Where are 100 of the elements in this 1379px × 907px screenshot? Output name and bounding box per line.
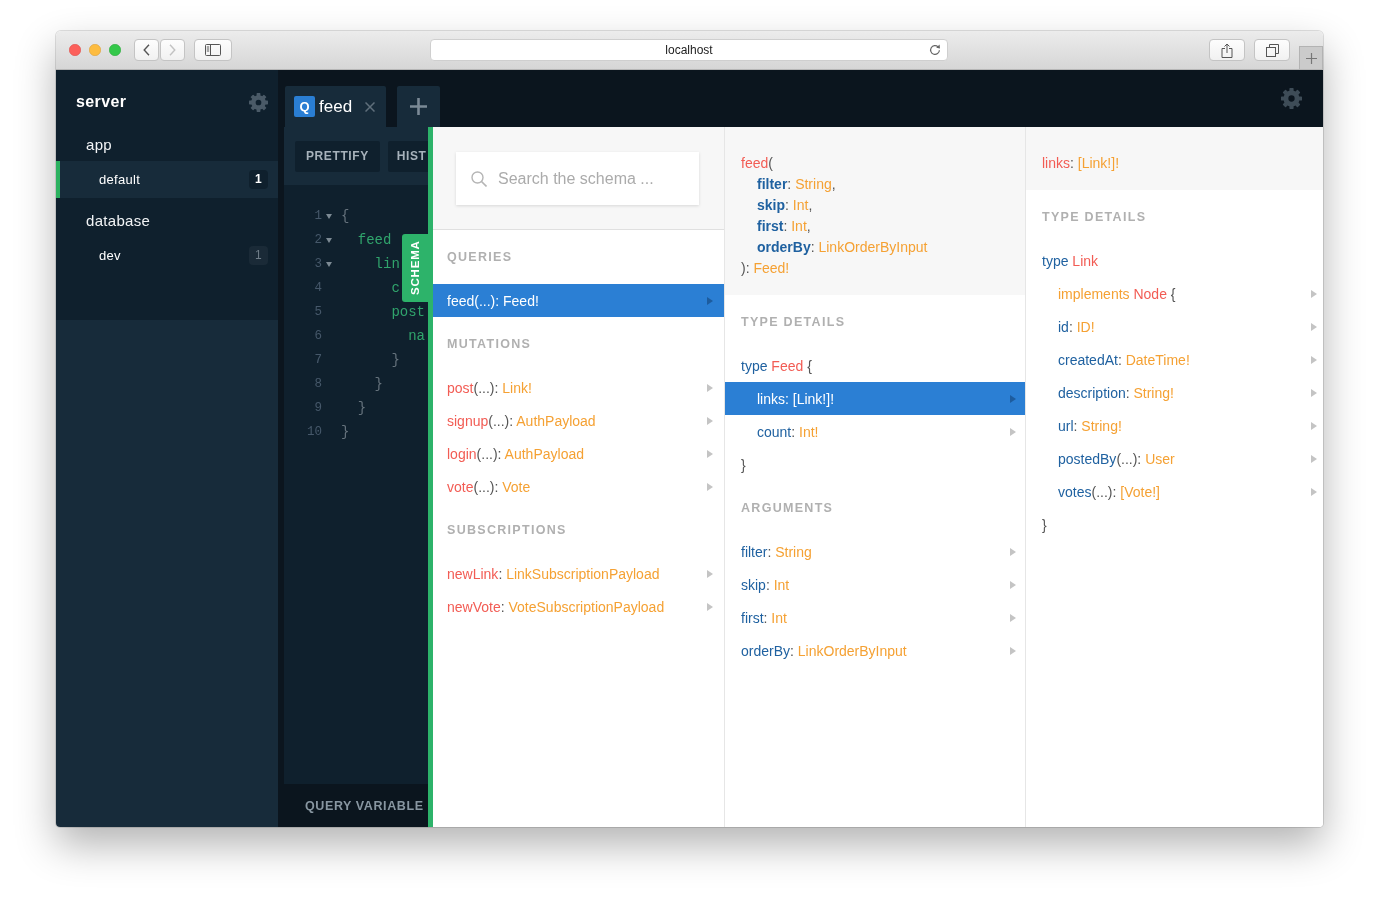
field-item[interactable]: feed(...): Feed! xyxy=(433,284,724,317)
section-title: TYPE DETAILS xyxy=(740,314,847,331)
count-badge: 1 xyxy=(249,246,268,265)
sidebar-item[interactable]: dev 1 xyxy=(56,237,278,274)
query-variables-bar[interactable]: QUERY VARIABLE xyxy=(284,784,428,827)
settings-icon[interactable] xyxy=(249,92,268,112)
line-number: 8 xyxy=(313,377,322,391)
code-text: na xyxy=(408,327,425,345)
plus-icon xyxy=(1305,52,1317,64)
line-number: 5 xyxy=(313,305,322,319)
chevron-right-icon xyxy=(169,44,176,56)
code-text: } xyxy=(357,399,367,417)
field-item[interactable]: vote(...): Vote xyxy=(433,470,724,503)
signature-line: orderBy: LinkOrderByInput xyxy=(757,238,928,257)
section-title: TYPE DETAILS xyxy=(1041,209,1148,226)
search-field[interactable]: Search the schema ... xyxy=(456,152,699,205)
toolbar-button[interactable]: PRETTIFY xyxy=(295,140,380,172)
line-number: 3 xyxy=(313,257,322,271)
field-item[interactable]: newLink: LinkSubscriptionPayload xyxy=(433,557,724,590)
field-item[interactable]: count: Int! xyxy=(725,415,1025,448)
caret-right-icon xyxy=(1311,421,1317,430)
tabs-overview-button[interactable] xyxy=(1254,39,1290,61)
caret-right-icon xyxy=(1311,355,1317,364)
field-item[interactable]: links: [Link!]! xyxy=(725,382,1025,415)
caret-right-icon xyxy=(1010,427,1016,436)
code-text: } xyxy=(391,351,400,369)
share-button[interactable] xyxy=(1209,39,1245,61)
project-label: database xyxy=(85,211,152,231)
signature-line: skip: Int, xyxy=(757,196,813,215)
caret-right-icon xyxy=(707,296,713,305)
signature-line: ): Feed! xyxy=(741,259,790,278)
caret-right-icon xyxy=(1311,388,1317,397)
code-text: lin xyxy=(374,255,400,273)
field-item[interactable]: newVote: VoteSubscriptionPayload xyxy=(433,590,724,623)
back-button[interactable] xyxy=(134,39,159,61)
chevron-left-icon xyxy=(143,44,150,56)
close-window-icon[interactable] xyxy=(69,44,81,56)
type-declaration: type Feed { xyxy=(741,357,812,374)
caret-right-icon xyxy=(1311,487,1317,496)
line-number: 7 xyxy=(313,353,322,367)
field-item[interactable]: implements Node { xyxy=(1026,277,1323,310)
caret-right-icon xyxy=(1010,547,1016,556)
code-text: { xyxy=(341,207,350,225)
caret-right-icon xyxy=(1010,613,1016,622)
field-item[interactable]: signup(...): AuthPayload xyxy=(433,404,724,437)
section-title: MUTATIONS xyxy=(446,336,533,353)
zoom-window-icon[interactable] xyxy=(109,44,121,56)
field-item[interactable]: filter: String xyxy=(725,535,1025,568)
caret-down-icon[interactable] xyxy=(326,213,332,219)
code-text: feed xyxy=(357,231,392,249)
field-item[interactable]: orderBy: LinkOrderByInput xyxy=(725,634,1025,667)
section-title: SUBSCRIPTIONS xyxy=(446,522,568,539)
field-item[interactable]: url: String! xyxy=(1026,409,1323,442)
field-item[interactable]: post(...): Link! xyxy=(433,371,724,404)
add-tab-button[interactable] xyxy=(397,86,440,127)
reload-icon[interactable] xyxy=(929,44,941,56)
field-item[interactable]: login(...): AuthPayload xyxy=(433,437,724,470)
closing-brace: } xyxy=(1042,516,1047,533)
type-declaration: type Link xyxy=(1042,252,1099,269)
line-number: 4 xyxy=(313,281,322,295)
line-number: 6 xyxy=(313,329,322,343)
toolbar-button[interactable]: HIST xyxy=(387,140,428,172)
caret-right-icon xyxy=(1311,454,1317,463)
code-text: } xyxy=(374,375,383,393)
count-badge: 1 xyxy=(249,170,268,189)
address-field[interactable]: localhost xyxy=(430,39,948,61)
query-badge: Q xyxy=(294,96,315,117)
field-item[interactable]: id: ID! xyxy=(1026,310,1323,343)
field-item[interactable]: first: Int xyxy=(725,601,1025,634)
field-item[interactable]: skip: Int xyxy=(725,568,1025,601)
field-item[interactable]: votes(...): [Vote!] xyxy=(1026,475,1323,508)
close-icon[interactable] xyxy=(365,101,375,112)
signature-line: first: Int, xyxy=(757,217,811,236)
signature-line: links: [Link!]! xyxy=(1042,154,1120,173)
field-item[interactable]: postedBy(...): User xyxy=(1026,442,1323,475)
settings-icon[interactable] xyxy=(1281,88,1302,109)
sidebar-toggle-button[interactable] xyxy=(194,39,232,61)
sidebar-icon xyxy=(205,44,221,56)
field-item[interactable]: createdAt: DateTime! xyxy=(1026,343,1323,376)
search-icon xyxy=(471,170,487,187)
search-input[interactable]: Search the schema ... xyxy=(498,169,699,188)
caret-down-icon[interactable] xyxy=(326,261,332,267)
section-title: QUERIES xyxy=(446,249,514,266)
caret-right-icon xyxy=(707,449,713,458)
code-text: post xyxy=(391,303,425,321)
new-tab-button[interactable] xyxy=(1299,46,1323,69)
caret-right-icon xyxy=(707,602,713,611)
signature-line: filter: String, xyxy=(757,175,836,194)
share-icon xyxy=(1221,42,1233,58)
sidebar-item[interactable]: default 1 xyxy=(56,161,278,198)
caret-down-icon[interactable] xyxy=(326,237,332,243)
code-text: } xyxy=(341,423,350,441)
field-item[interactable]: description: String! xyxy=(1026,376,1323,409)
line-number: 10 xyxy=(306,425,322,439)
query-tab[interactable]: Q feed xyxy=(285,86,386,127)
tabs-icon xyxy=(1265,43,1279,57)
signature-line: feed( xyxy=(741,154,773,173)
caret-right-icon xyxy=(1311,289,1317,298)
code-text: c xyxy=(391,279,400,297)
caret-right-icon xyxy=(707,482,713,491)
